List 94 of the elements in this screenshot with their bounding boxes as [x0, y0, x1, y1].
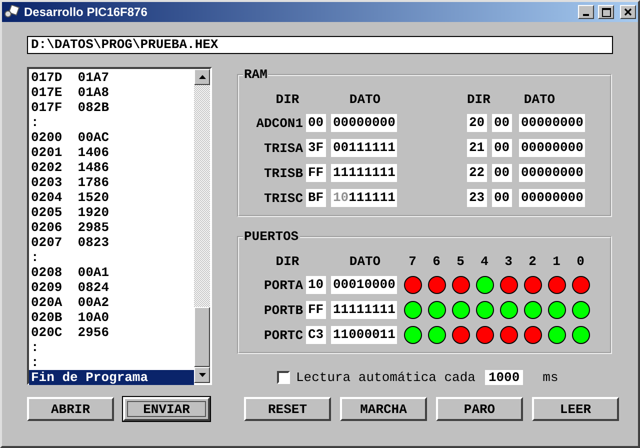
- dato-value: 00111111: [331, 139, 398, 157]
- group-title: PUERTOS: [243, 229, 300, 244]
- list-item[interactable]: 0203 1786: [29, 175, 194, 190]
- scroll-down-button[interactable]: [194, 367, 210, 383]
- list-item[interactable]: 0201 1406: [29, 145, 194, 160]
- group-title: RAM: [243, 67, 268, 82]
- dato-value: 00000000: [331, 114, 398, 132]
- action-button[interactable]: PARO: [436, 397, 523, 421]
- bit-header: 4: [480, 254, 490, 269]
- dir-value: FF: [306, 301, 326, 319]
- dato-value: 10111111: [331, 189, 398, 207]
- maximize-icon: [602, 8, 610, 16]
- list-item[interactable]: 020C 2956: [29, 325, 194, 340]
- list-item[interactable]: 0205 1920: [29, 205, 194, 220]
- dato-value: 00000000: [519, 189, 586, 207]
- dato-value: 11111111: [331, 164, 398, 182]
- list-item[interactable]: 0200 00AC: [29, 130, 194, 145]
- list-item[interactable]: 0209 0824: [29, 280, 194, 295]
- close-icon: [624, 8, 632, 16]
- auto-read-label: Lectura automática cada: [296, 370, 476, 385]
- scroll-thumb[interactable]: [194, 307, 210, 367]
- up-arrow-icon: [198, 75, 206, 79]
- dir-value: 00: [492, 164, 512, 182]
- dir-value: 00: [306, 114, 326, 132]
- list-item[interactable]: :: [29, 355, 194, 370]
- action-button[interactable]: RESET: [244, 397, 331, 421]
- dir-value: 10: [306, 276, 326, 294]
- dir-value: 00: [492, 189, 512, 207]
- port-label: PORTC: [262, 328, 303, 342]
- dato-value: 00000000: [519, 164, 586, 182]
- register-label: TRISB: [262, 166, 303, 180]
- list-item[interactable]: 0202 1486: [29, 160, 194, 175]
- list-item[interactable]: 017E 01A8: [29, 85, 194, 100]
- list-item[interactable]: 0206 2985: [29, 220, 194, 235]
- column-header: DIR: [467, 92, 489, 107]
- app-icon: [4, 5, 20, 19]
- list-item[interactable]: 017F 082B: [29, 100, 194, 115]
- dir-value: 00: [492, 139, 512, 157]
- list-item[interactable]: 020A 00A2: [29, 295, 194, 310]
- bit-header: 7: [408, 254, 418, 269]
- down-arrow-icon: [198, 373, 206, 377]
- interval-field[interactable]: 1000: [485, 370, 523, 385]
- address-value: 21: [467, 139, 487, 157]
- dato-value: 00000000: [519, 139, 586, 157]
- dato-value: 11111111: [331, 301, 398, 319]
- dir-value: 3F: [306, 139, 326, 157]
- action-button[interactable]: MARCHA: [340, 397, 427, 421]
- list-item[interactable]: 0207 0823: [29, 235, 194, 250]
- dir-value: C3: [306, 326, 326, 344]
- auto-read-checkbox[interactable]: [277, 371, 290, 384]
- column-header: DIR: [274, 92, 300, 107]
- action-button[interactable]: LEER: [532, 397, 619, 421]
- scrollbar[interactable]: [194, 69, 210, 383]
- dir-value: FF: [306, 164, 326, 182]
- list-item[interactable]: 020B 10A0: [29, 310, 194, 325]
- register-label: TRISC: [262, 190, 303, 206]
- list-item[interactable]: 0208 00A1: [29, 265, 194, 280]
- dir-value: BF: [306, 189, 326, 207]
- list-item[interactable]: 017D 01A7: [29, 70, 194, 85]
- column-header: DATO: [522, 92, 556, 107]
- scroll-up-button[interactable]: [194, 69, 210, 85]
- port-label: PORTA: [262, 278, 303, 292]
- register-label: ADCON1: [255, 116, 303, 130]
- close-button[interactable]: [620, 5, 636, 19]
- address-value: 20: [467, 114, 487, 132]
- action-button[interactable]: ENVIAR: [123, 397, 210, 421]
- port-label: PORTB: [262, 302, 303, 318]
- bit-header: 3: [504, 254, 514, 269]
- maximize-button[interactable]: [598, 5, 614, 19]
- bit-header: 0: [576, 254, 586, 269]
- action-button[interactable]: ABRIR: [27, 397, 114, 421]
- bit-header: 1: [552, 254, 562, 269]
- bit-header: 6: [432, 254, 442, 269]
- dato-value: 00000000: [519, 114, 586, 132]
- dato-value: 11000011: [331, 326, 398, 344]
- bit-header: 2: [528, 254, 538, 269]
- register-label: TRISA: [262, 140, 303, 156]
- dir-value: 00: [492, 114, 512, 132]
- list-item[interactable]: :: [29, 340, 194, 355]
- list-item[interactable]: :: [29, 115, 194, 130]
- dato-value: 00010000: [331, 276, 398, 294]
- address-value: 22: [467, 164, 487, 182]
- unit-label: ms: [542, 370, 558, 385]
- file-path-field[interactable]: D:\DATOS\PROG\PRUEBA.HEX: [27, 36, 613, 54]
- list-item[interactable]: Fin de Programa: [29, 370, 194, 385]
- column-header: DATO: [348, 92, 382, 107]
- address-value: 23: [467, 189, 487, 207]
- column-header: DATO: [348, 254, 382, 269]
- list-item[interactable]: 0204 1520: [29, 190, 194, 205]
- bit-header: 5: [456, 254, 466, 269]
- minimize-button[interactable]: [578, 5, 594, 19]
- column-header: DIR: [274, 254, 300, 269]
- window-title: Desarrollo PIC16F876: [24, 5, 148, 19]
- list-item[interactable]: :: [29, 250, 194, 265]
